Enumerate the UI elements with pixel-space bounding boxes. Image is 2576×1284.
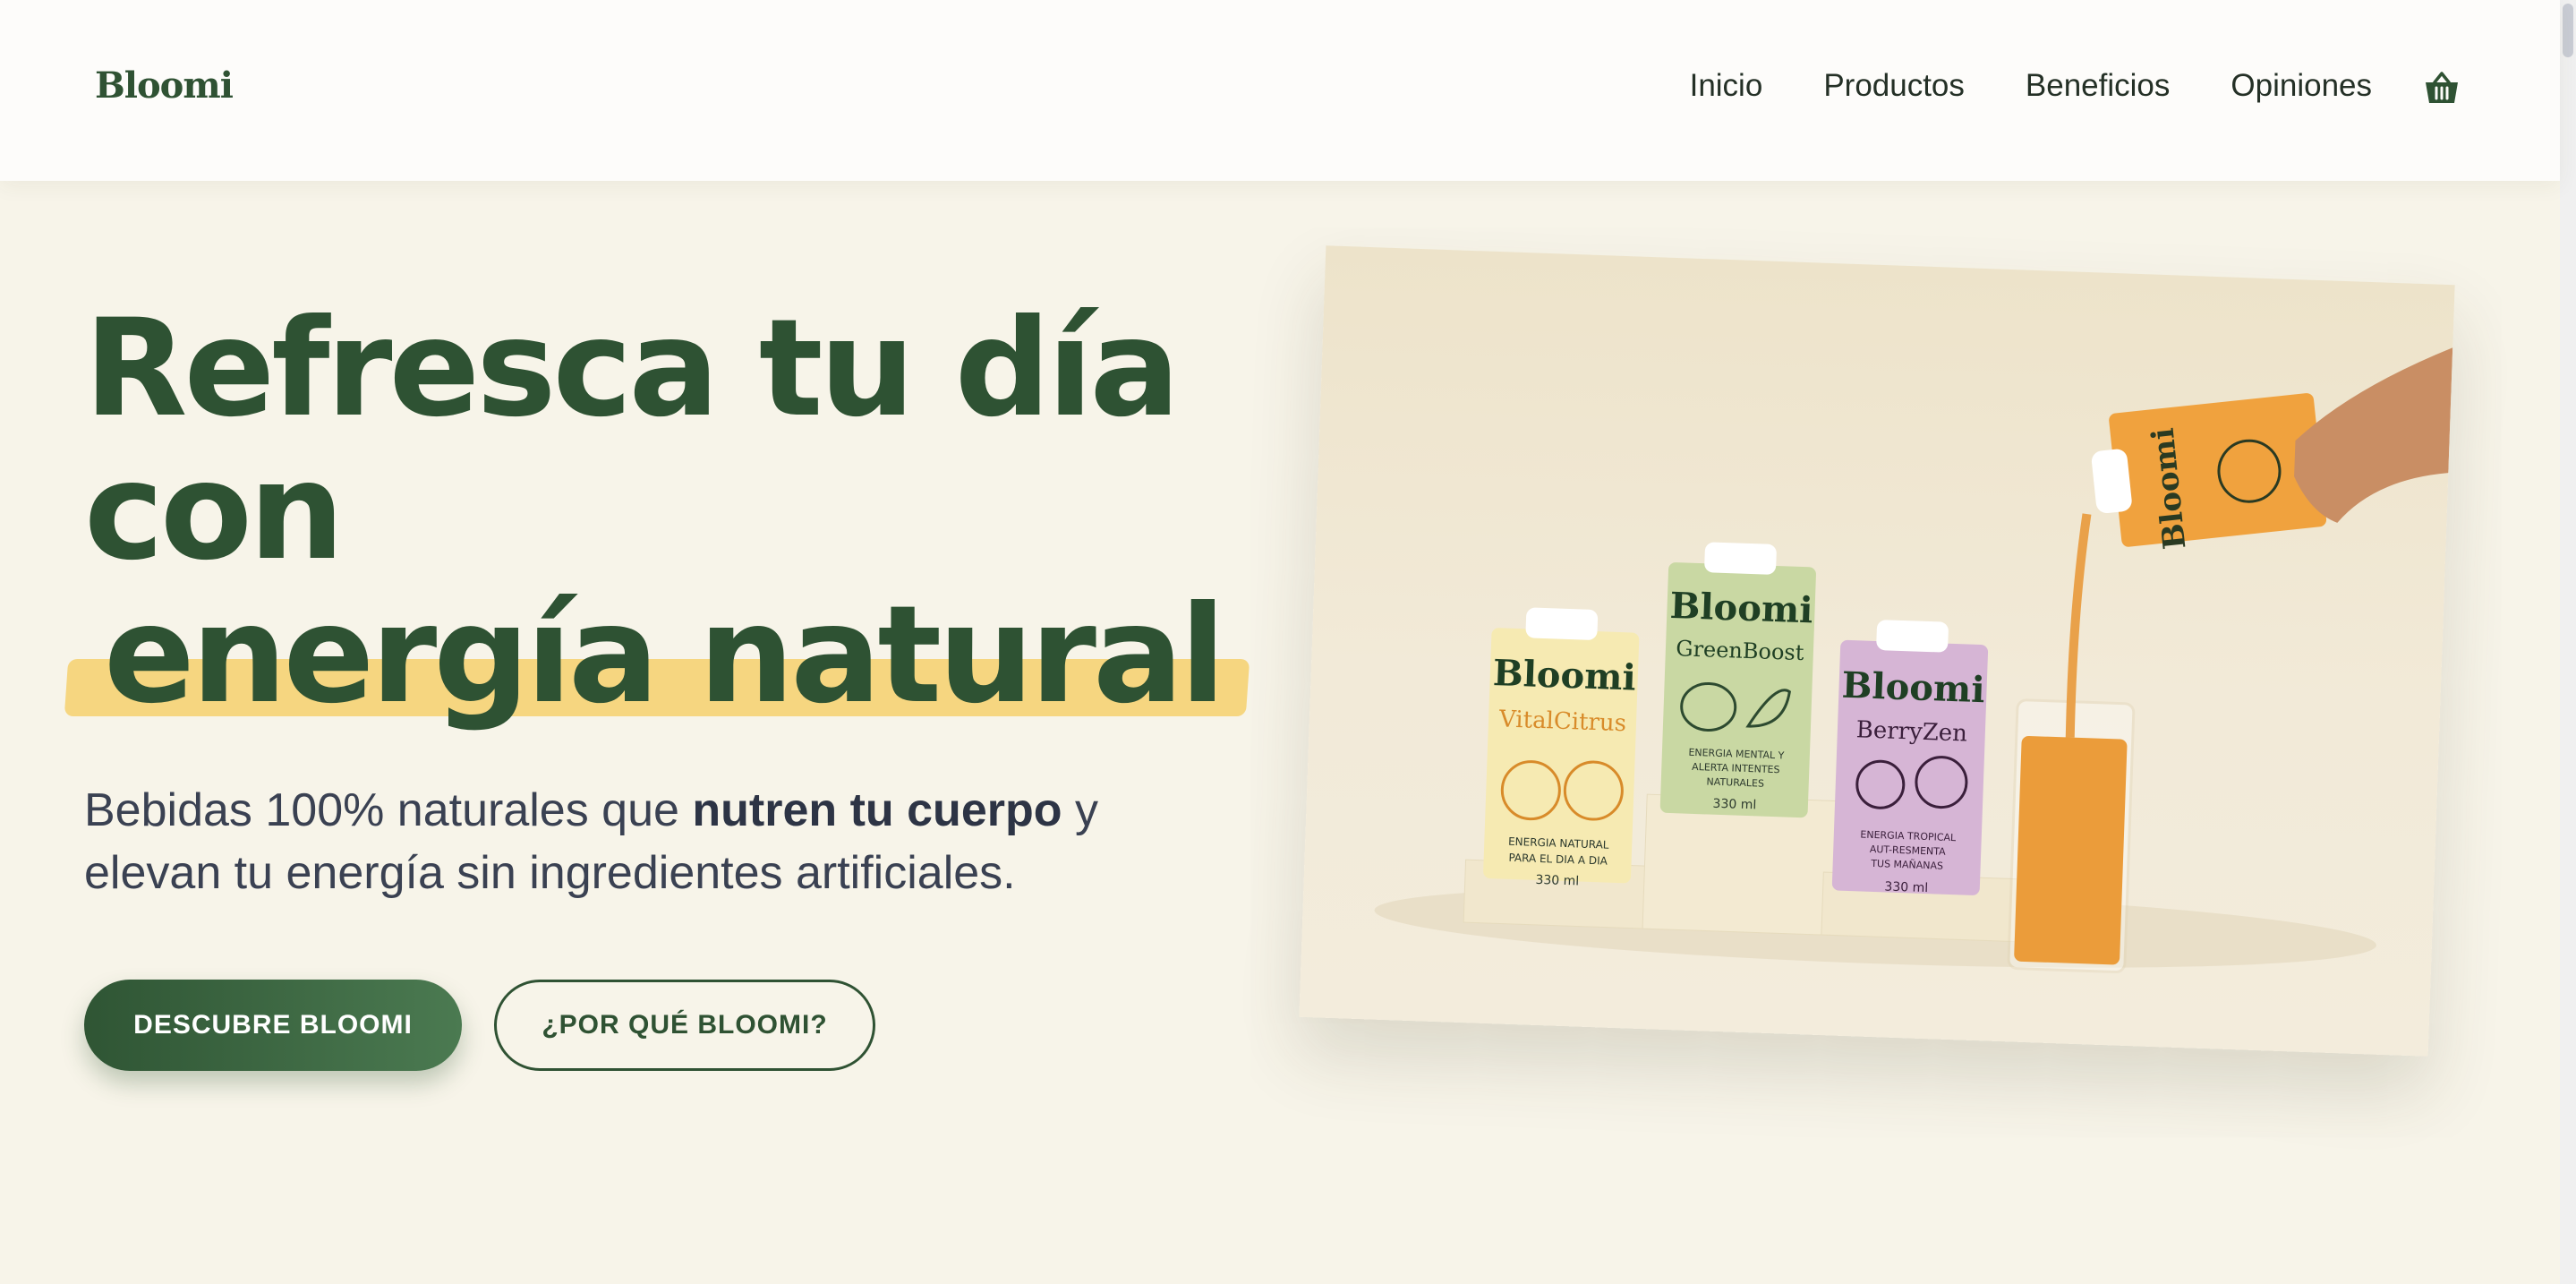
site-header: Bloomi Inicio Productos Beneficios Opini…	[0, 0, 2560, 181]
svg-text:Bloomi: Bloomi	[1669, 585, 1813, 632]
basket-icon[interactable]	[2424, 72, 2460, 106]
main-nav: Inicio Productos Beneficios Opiniones	[1629, 68, 2372, 104]
hero-title-highlight: energía natural	[64, 584, 1250, 727]
svg-text:330 ml: 330 ml	[1712, 797, 1756, 813]
nav-link-beneficios[interactable]: Beneficios	[2026, 68, 2170, 104]
brand-logo[interactable]: Bloomi	[95, 64, 234, 107]
greenboost-carton: Bloomi GreenBoost ENERGIA MENTAL Y ALERT…	[1659, 542, 1816, 818]
hero-title-line-1: Refresca tu día	[84, 291, 1181, 447]
svg-text:VitalCitrus: VitalCitrus	[1498, 706, 1627, 737]
scrollbar-thumb[interactable]	[2563, 4, 2573, 57]
nav-link-productos[interactable]: Productos	[1823, 68, 1965, 104]
svg-text:Bloomi: Bloomi	[1841, 664, 1985, 712]
svg-text:Bloomi: Bloomi	[1492, 652, 1636, 699]
juice-glass	[2007, 513, 2136, 974]
nav-link-opiniones[interactable]: Opiniones	[2231, 68, 2372, 104]
nav-link-inicio[interactable]: Inicio	[1690, 68, 1763, 104]
vitalcitrus-carton: Bloomi VitalCitrus ENERGIA NATURAL PARA …	[1483, 607, 1640, 889]
hero-title: Refresca tu día con energía natural	[64, 291, 1250, 727]
svg-text:330 ml: 330 ml	[1535, 873, 1579, 889]
svg-text:BerryZen: BerryZen	[1855, 716, 1967, 747]
hero-subtitle: Bebidas 100% naturales que nutren tu cue…	[84, 784, 1098, 899]
subtitle-emphasis: nutren tu cuerpo	[692, 784, 1062, 836]
discover-bloomi-button[interactable]: DESCUBRE BLOOMI	[84, 980, 462, 1071]
hero-title-line-2: con	[84, 434, 345, 590]
svg-text:NATURALES: NATURALES	[1706, 775, 1764, 789]
why-bloomi-button[interactable]: ¿POR QUÉ BLOOMI?	[494, 980, 875, 1071]
svg-text:330 ml: 330 ml	[1884, 879, 1928, 895]
page-scrollbar[interactable]	[2560, 0, 2576, 1284]
svg-text:GreenBoost: GreenBoost	[1676, 636, 1804, 665]
tropical-carton: Bloomi	[2091, 393, 2327, 551]
hero-product-photo: Bloomi VitalCitrus ENERGIA NATURAL PARA …	[1299, 245, 2455, 1057]
berryzen-carton: Bloomi BerryZen ENERGIA TROPICAL AUT-RES…	[1831, 620, 1989, 895]
